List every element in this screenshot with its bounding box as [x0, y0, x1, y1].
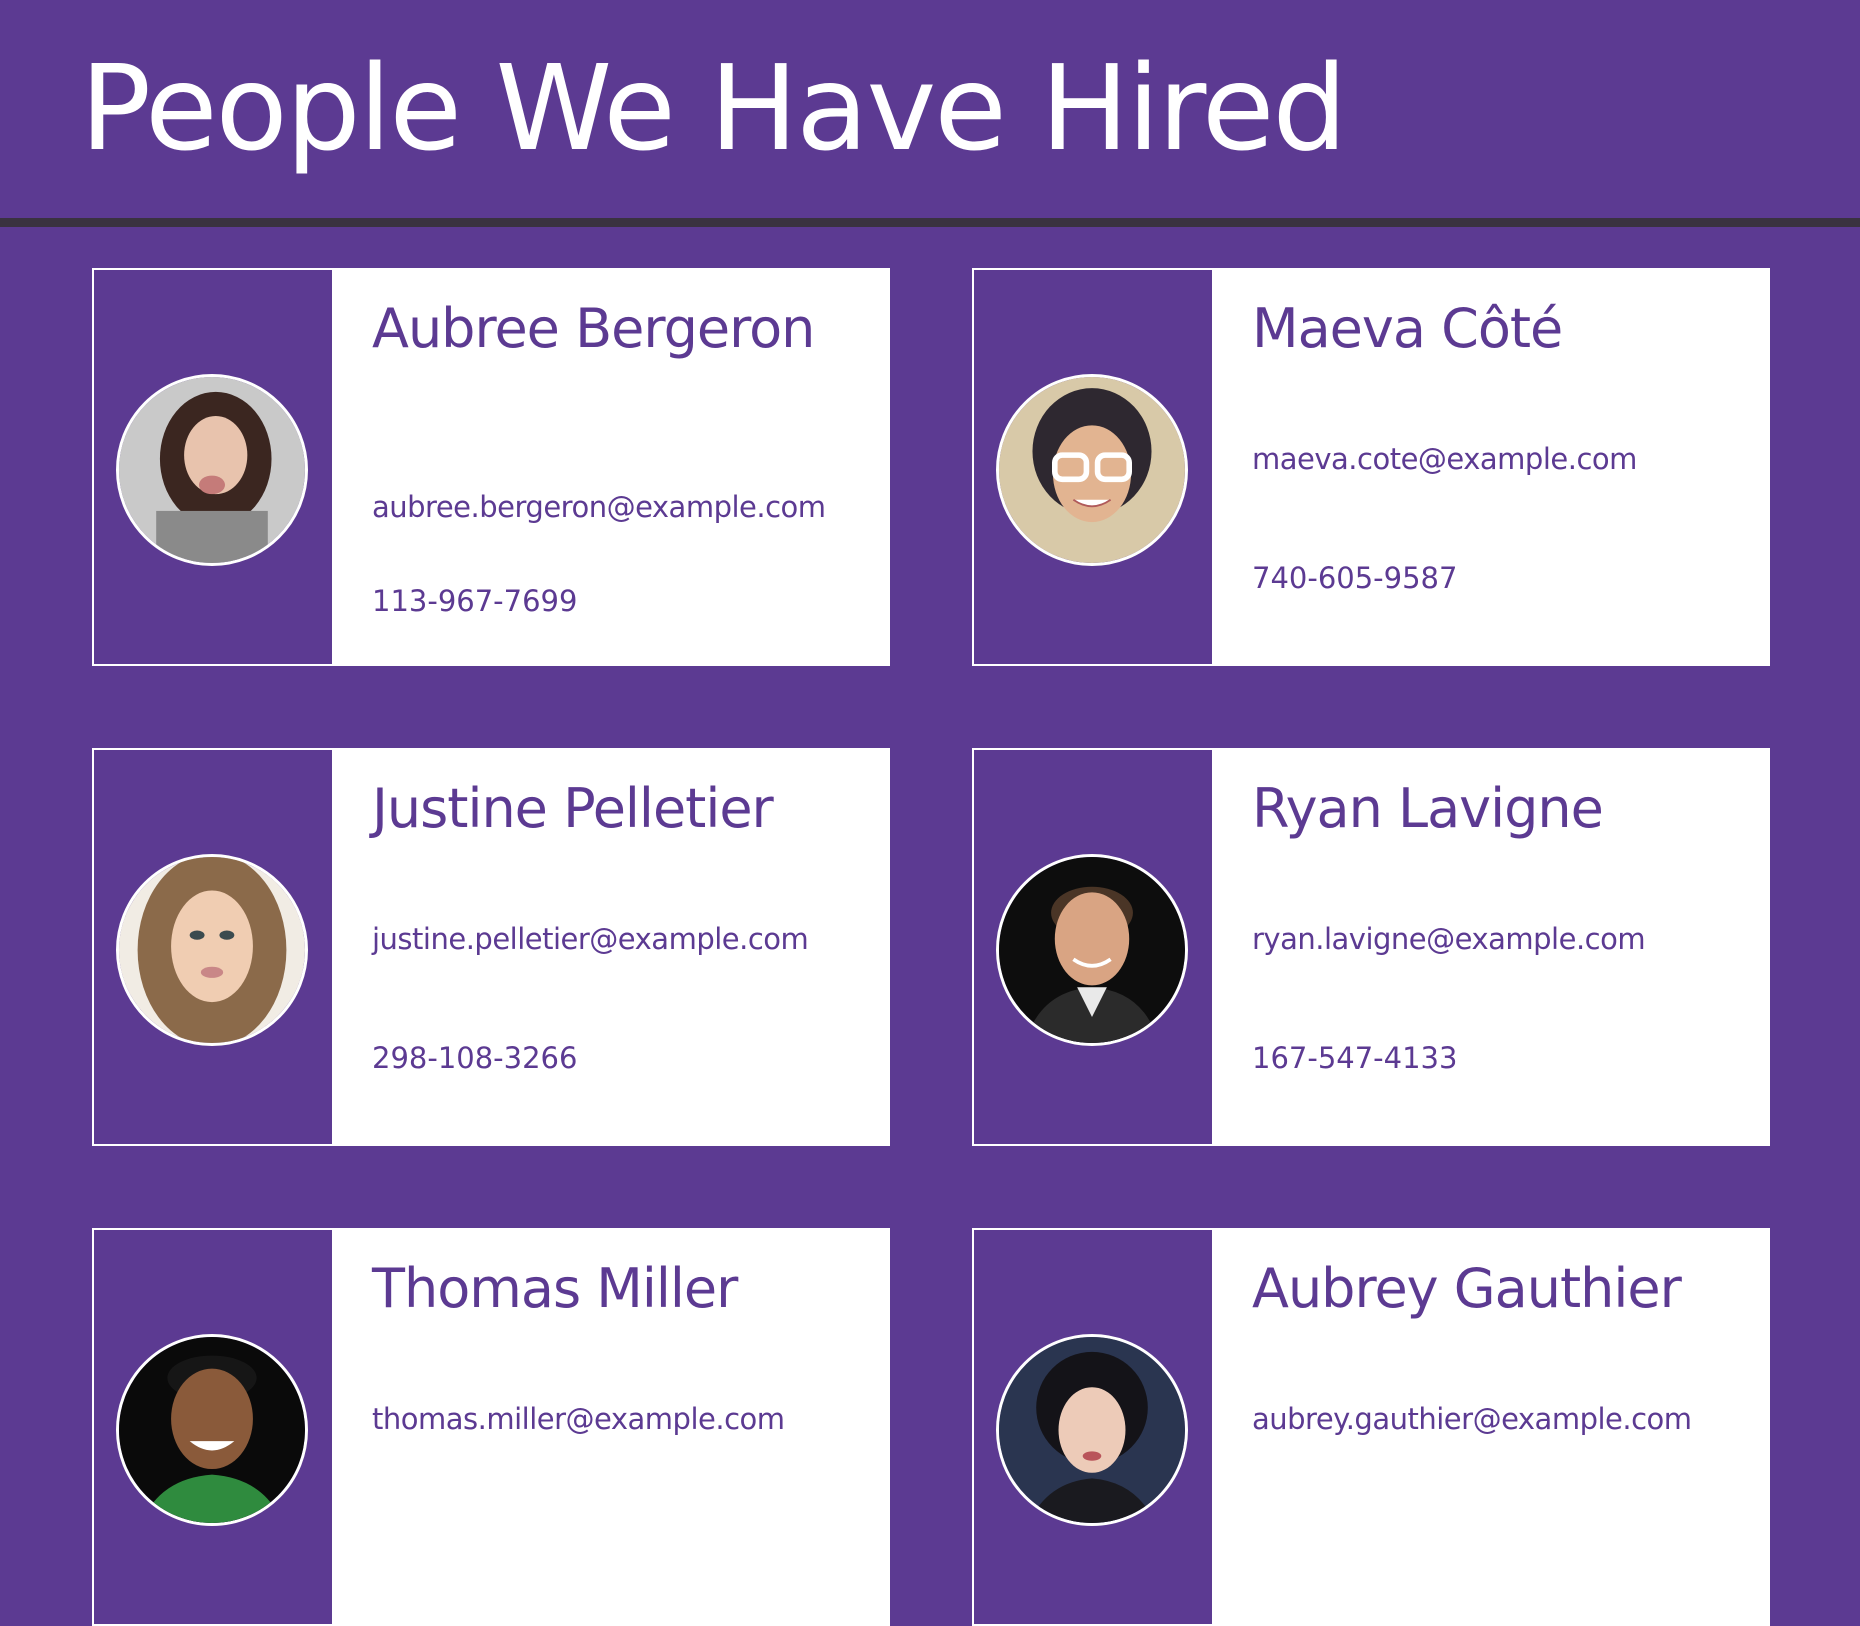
hire-email[interactable]: thomas.miller@example.com [372, 1402, 785, 1436]
avatar [996, 374, 1188, 566]
hire-card[interactable]: Aubrey Gauthier aubrey.gauthier@example.… [972, 1228, 1770, 1626]
person-photo-avatar-icon [999, 857, 1185, 1043]
hire-card[interactable]: Aubree Bergeron aubree.bergeron@example.… [92, 268, 890, 666]
hire-name: Ryan Lavigne [1252, 777, 1604, 840]
hire-email[interactable]: aubree.bergeron@example.com [372, 490, 826, 524]
page-header: People We Have Hired [0, 0, 1860, 218]
person-photo-avatar-icon [119, 857, 305, 1043]
hire-name: Justine Pelletier [372, 777, 774, 840]
hire-name: Thomas Miller [372, 1257, 738, 1320]
card-details: Ryan Lavigne ryan.lavigne@example.com 16… [1252, 750, 1748, 1144]
card-photo-panel [974, 270, 1212, 664]
hire-phone[interactable]: 167-547-4133 [1252, 1041, 1457, 1075]
person-photo-avatar-icon [119, 1337, 305, 1523]
card-details: Justine Pelletier justine.pelletier@exam… [372, 750, 868, 1144]
avatar [116, 374, 308, 566]
hire-card[interactable]: Justine Pelletier justine.pelletier@exam… [92, 748, 890, 1146]
person-photo-avatar-icon [999, 377, 1185, 563]
card-photo-panel [94, 1230, 332, 1624]
card-photo-panel [94, 750, 332, 1144]
hire-name: Aubree Bergeron [372, 297, 815, 360]
card-photo-panel [974, 1230, 1212, 1624]
card-photo-panel [94, 270, 332, 664]
avatar [996, 1334, 1188, 1526]
header-divider [0, 218, 1860, 227]
card-details: Aubrey Gauthier aubrey.gauthier@example.… [1252, 1230, 1748, 1624]
card-details: Thomas Miller thomas.miller@example.com [372, 1230, 868, 1624]
card-details: Aubree Bergeron aubree.bergeron@example.… [372, 270, 868, 664]
hire-email[interactable]: aubrey.gauthier@example.com [1252, 1402, 1692, 1436]
hire-phone[interactable]: 113-967-7699 [372, 584, 577, 618]
avatar [116, 1334, 308, 1526]
page-title: People We Have Hired [80, 39, 1347, 177]
card-photo-panel [974, 750, 1212, 1144]
hire-phone[interactable]: 298-108-3266 [372, 1041, 577, 1075]
hire-email[interactable]: maeva.cote@example.com [1252, 442, 1637, 476]
hire-name: Aubrey Gauthier [1252, 1257, 1682, 1320]
hire-email[interactable]: justine.pelletier@example.com [372, 922, 809, 956]
hire-phone[interactable]: 740-605-9587 [1252, 561, 1457, 595]
person-photo-avatar-icon [119, 377, 305, 563]
hire-name: Maeva Côté [1252, 297, 1563, 360]
card-details: Maeva Côté maeva.cote@example.com 740-60… [1252, 270, 1748, 664]
avatar [116, 854, 308, 1046]
hire-card[interactable]: Thomas Miller thomas.miller@example.com [92, 1228, 890, 1626]
hire-card[interactable]: Maeva Côté maeva.cote@example.com 740-60… [972, 268, 1770, 666]
hire-card[interactable]: Ryan Lavigne ryan.lavigne@example.com 16… [972, 748, 1770, 1146]
hire-email[interactable]: ryan.lavigne@example.com [1252, 922, 1646, 956]
person-photo-avatar-icon [999, 1337, 1185, 1523]
avatar [996, 854, 1188, 1046]
